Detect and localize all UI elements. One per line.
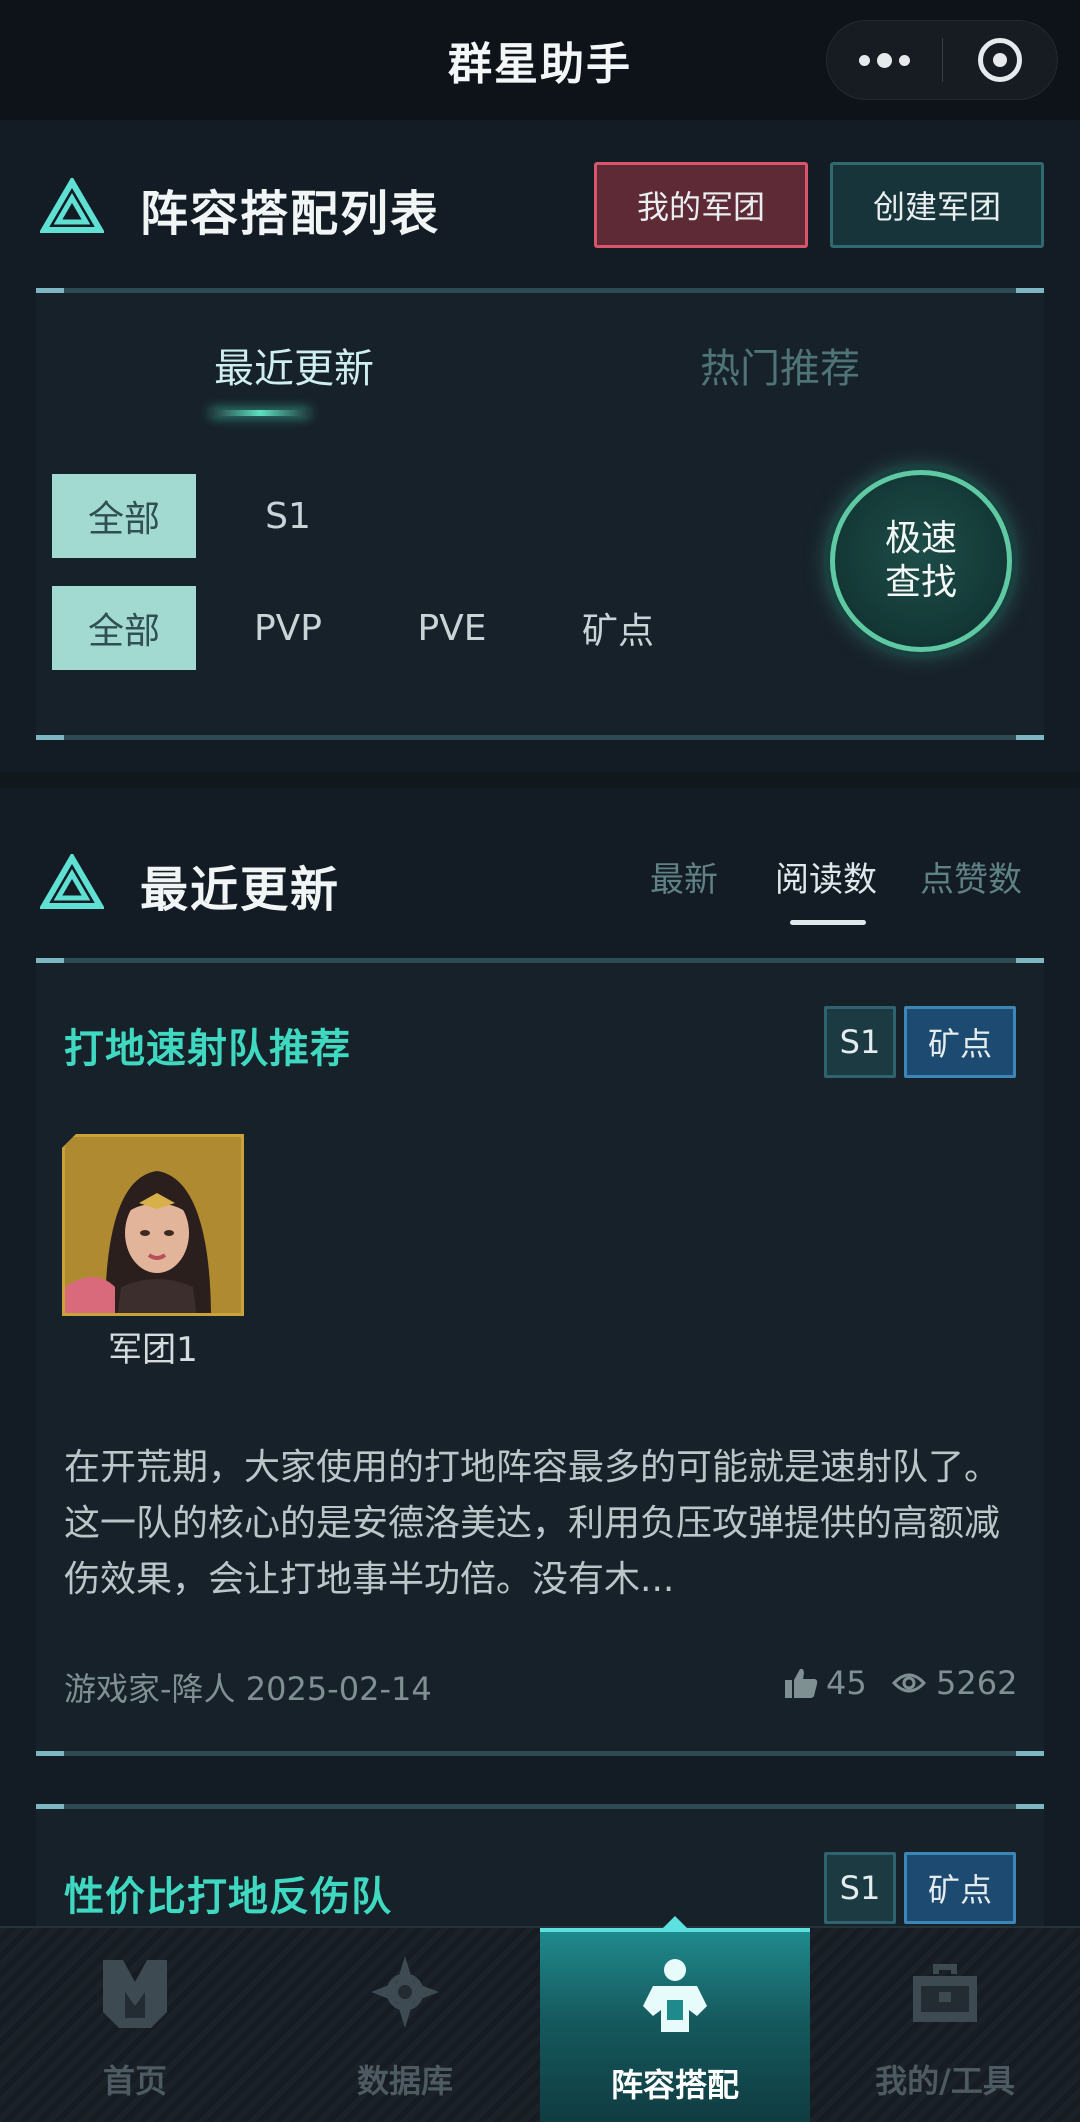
app-title: 群星助手	[448, 39, 632, 90]
sort-reads[interactable]: 阅读数	[775, 852, 877, 901]
close-button[interactable]	[943, 21, 1058, 99]
season-tag: S1	[824, 1852, 896, 1924]
database-icon	[371, 1956, 439, 2028]
thumbs-up-icon	[785, 1668, 818, 1698]
view-count-value: 5262	[936, 1664, 1018, 1702]
card-date: 2025-02-14	[245, 1670, 432, 1708]
mode-filter-pvp[interactable]: PVP	[216, 586, 360, 670]
active-sort-indicator	[790, 920, 866, 925]
nav-lineup[interactable]: 阵容搭配	[540, 1916, 810, 2122]
top-bar: 群星助手	[0, 0, 1080, 120]
card-title[interactable]: 打地速射队推荐	[64, 1016, 351, 1074]
nav-database[interactable]: 数据库	[270, 1928, 540, 2122]
card-bottom-edge	[36, 1751, 1044, 1756]
active-marker	[663, 1916, 687, 1928]
nav-home-label: 首页	[102, 2062, 167, 2100]
more-dots-icon	[858, 52, 910, 68]
triangle-logo-icon	[40, 854, 104, 909]
hero-portrait-icon	[65, 1137, 241, 1313]
create-legion-button[interactable]: 创建军团	[830, 162, 1044, 248]
nav-my-tools[interactable]: 我的/工具	[810, 1928, 1080, 2122]
view-count: 5262	[892, 1664, 1017, 1702]
home-icon	[103, 1960, 167, 2028]
lineup-list-title: 阵容搭配列表	[140, 186, 441, 242]
nav-database-label: 数据库	[356, 2062, 453, 2100]
tab-hot-recommend[interactable]: 热门推荐	[700, 336, 860, 394]
nav-lineup-label: 阵容搭配	[610, 2066, 739, 2104]
section-divider	[0, 772, 1080, 788]
legion-avatar[interactable]	[62, 1134, 244, 1316]
card-description: 在开荒期，大家使用的打地阵容最多的可能就是速射队了。这一队的核心的是安德洛美达，…	[64, 1447, 1001, 1600]
sort-likes[interactable]: 点赞数	[920, 852, 1022, 901]
mode-filter-all[interactable]: 全部	[52, 586, 196, 670]
tab-recent-updates[interactable]: 最近更新	[214, 336, 374, 394]
mode-tag: 矿点	[904, 1006, 1016, 1078]
recent-updates-title: 最近更新	[140, 862, 341, 918]
bottom-nav: 首页 数据库 阵容搭配 我的/工具	[0, 1916, 1080, 2122]
fast-search-label: 极速查找	[884, 518, 957, 603]
season-tag: S1	[824, 1006, 896, 1078]
mode-filter-ore[interactable]: 矿点	[546, 586, 690, 670]
card-top-edge	[36, 958, 1044, 963]
card-author: 游戏家-降人	[64, 1670, 236, 1708]
like-count[interactable]: 45	[784, 1664, 867, 1702]
season-filter-s1[interactable]: S1	[216, 474, 360, 558]
card-author-date: 游戏家-降人 2025-02-14	[64, 1664, 432, 1710]
toolbox-icon	[913, 1964, 977, 2022]
lineup-icon	[643, 1959, 707, 2032]
nav-my-tools-label: 我的/工具	[875, 2062, 1015, 2100]
my-legion-button[interactable]: 我的军团	[594, 162, 808, 248]
like-count-value: 45	[826, 1664, 867, 1702]
avatar-label: 军团1	[108, 1330, 198, 1370]
sort-latest[interactable]: 最新	[650, 852, 718, 901]
mode-tag: 矿点	[904, 1852, 1016, 1924]
triangle-logo-icon	[40, 178, 104, 233]
card-title[interactable]: 性价比打地反伤队	[64, 1864, 392, 1922]
card-top-edge	[36, 1804, 1044, 1809]
panel-top-edge	[36, 288, 1044, 293]
eye-icon	[892, 1673, 926, 1693]
panel-bottom-edge	[36, 735, 1044, 740]
nav-home[interactable]: 首页	[0, 1928, 270, 2122]
season-filter-all[interactable]: 全部	[52, 474, 196, 558]
active-tab-indicator	[210, 410, 310, 416]
mini-program-capsule	[826, 20, 1058, 100]
more-button[interactable]	[827, 21, 942, 99]
target-icon	[977, 38, 1022, 82]
mode-filter-pve[interactable]: PVE	[380, 586, 524, 670]
fast-search-button[interactable]: 极速查找	[830, 470, 1012, 652]
